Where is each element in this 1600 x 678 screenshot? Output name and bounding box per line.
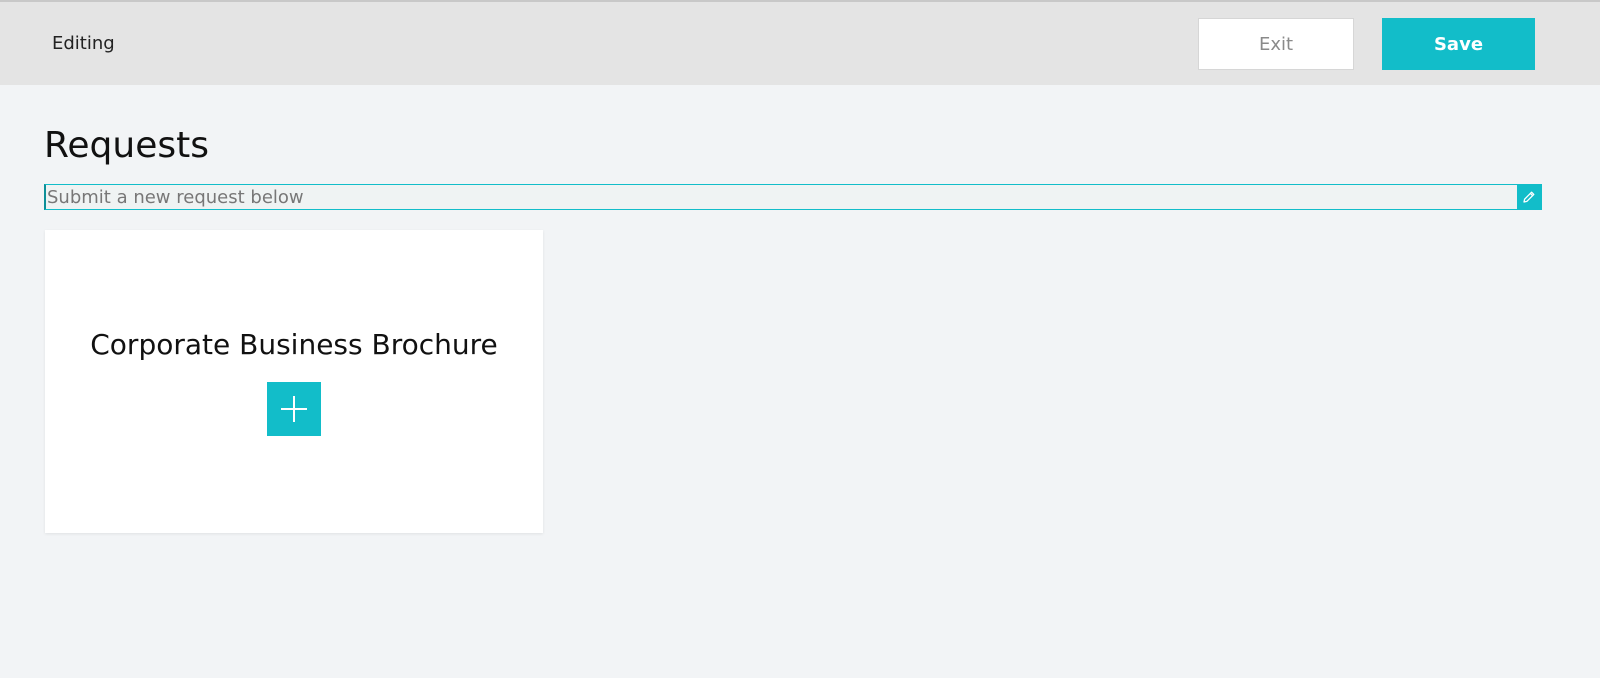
add-request-button[interactable]: [267, 382, 321, 436]
description-editor: [44, 184, 1542, 210]
save-button[interactable]: Save: [1382, 18, 1535, 70]
editing-label: Editing: [52, 33, 115, 54]
plus-icon: [280, 395, 308, 423]
description-input[interactable]: [46, 185, 1518, 209]
request-card: Corporate Business Brochure: [45, 230, 543, 533]
edit-description-button[interactable]: [1517, 185, 1541, 209]
request-card-title: Corporate Business Brochure: [90, 328, 498, 361]
editing-header: Editing Exit Save: [0, 2, 1600, 85]
page-title: Requests: [44, 125, 209, 166]
pencil-icon: [1522, 190, 1536, 204]
exit-button[interactable]: Exit: [1198, 18, 1354, 70]
